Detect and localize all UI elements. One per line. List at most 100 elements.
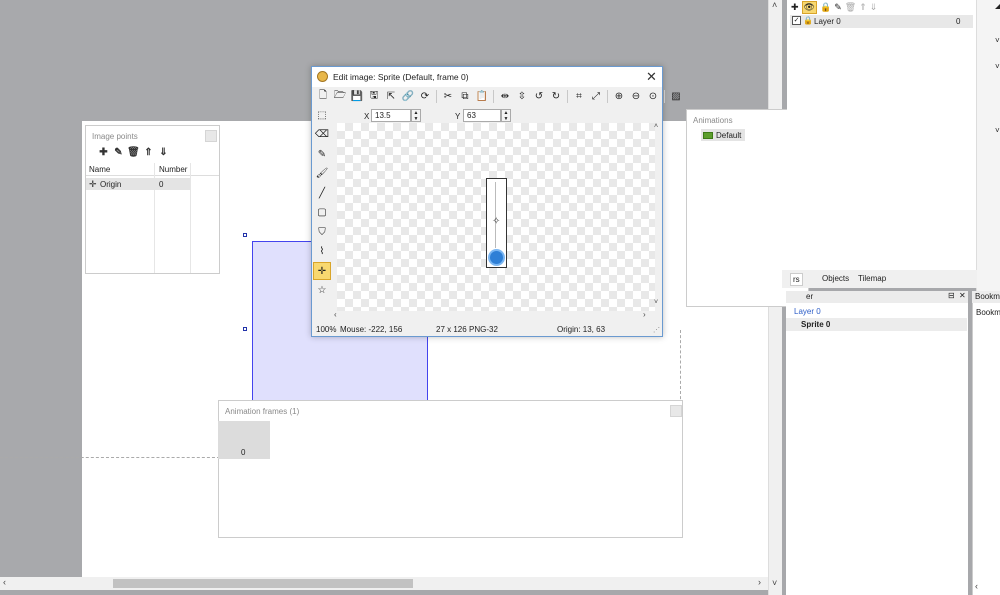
x-input[interactable]: 13.5	[371, 109, 411, 122]
delete-icon[interactable]: 🗑	[845, 2, 856, 13]
origin-marker-icon[interactable]: ✧	[492, 216, 500, 227]
move-up-icon[interactable]: ⇑	[141, 147, 156, 158]
panel-title: er	[806, 292, 814, 301]
add-layer-icon[interactable]: ✚	[791, 2, 799, 13]
panel-title: Bookm	[975, 292, 1000, 301]
item-name: Sprite 0	[801, 320, 831, 329]
resize-handle[interactable]	[243, 233, 247, 237]
resize-grip-icon[interactable]: ⋰	[653, 326, 660, 334]
collision-polygon-icon[interactable]: ☆	[313, 282, 331, 300]
properties-strip: ◢ ˅ ˅ ˅	[976, 0, 1000, 295]
layer-lock-icon[interactable]: 🔒	[803, 16, 813, 25]
image-size: 27 x 126	[436, 325, 467, 334]
brush-icon[interactable]: 🖌	[313, 165, 331, 183]
image-settings-icon[interactable]: ▨	[668, 89, 684, 104]
tab-layers[interactable]: rs	[790, 273, 803, 286]
y-input[interactable]: 63	[463, 109, 501, 122]
delete-icon[interactable]: 🗑	[126, 147, 141, 158]
scroll-left-icon[interactable]: ‹	[3, 577, 6, 587]
scroll-right-icon[interactable]: ›	[643, 310, 646, 319]
visibility-eye-icon[interactable]: 👁	[801, 1, 817, 14]
column-divider	[190, 163, 191, 273]
zoom-in-icon[interactable]: ⊕	[611, 89, 627, 104]
paste-icon[interactable]: 📋	[474, 89, 490, 104]
open-icon[interactable]: 🗁	[332, 89, 348, 104]
close-icon[interactable]: ✕	[959, 291, 966, 300]
frame-thumbnail[interactable]: 0	[218, 421, 270, 459]
add-icon[interactable]: ✚	[96, 147, 111, 158]
crop-icon[interactable]: ⌗	[571, 89, 587, 104]
move-up-icon[interactable]: ⇑	[859, 2, 867, 13]
cut-icon[interactable]: ✂	[440, 89, 456, 104]
resize-handle[interactable]	[243, 327, 247, 331]
rotate-right-icon[interactable]: ↻	[548, 89, 564, 104]
dialog-titlebar[interactable]: Edit image: Sprite (Default, frame 0)	[312, 67, 662, 87]
animation-item-default[interactable]: Default	[701, 129, 745, 141]
set-origin-icon[interactable]: ✛	[313, 262, 331, 280]
link-icon[interactable]: 🔗	[400, 89, 416, 104]
reload-icon[interactable]: ⟳	[417, 89, 433, 104]
export-icon[interactable]: ⇱	[383, 89, 399, 104]
close-icon[interactable]	[205, 130, 217, 142]
scroll-down-icon[interactable]: ˅	[772, 578, 777, 588]
zoom-out-icon[interactable]: ⊖	[628, 89, 644, 104]
zoom-reset-icon[interactable]: ⊙	[645, 89, 661, 104]
y-spinner[interactable]: ▲ ▼	[501, 109, 511, 122]
close-icon[interactable]	[670, 405, 682, 417]
scroll-up-icon[interactable]: ˄	[772, 0, 777, 10]
x-spinner[interactable]: ▲ ▼	[411, 109, 421, 122]
close-icon[interactable]: ✕	[646, 69, 660, 85]
layer-visible-checkbox[interactable]: ✓	[792, 16, 801, 25]
pin-icon[interactable]: ⊟	[948, 291, 955, 300]
color-picker-icon[interactable]: ⌇	[313, 243, 331, 261]
edit-icon[interactable]: ✎	[111, 147, 126, 158]
flip-horizontal-icon[interactable]: ⇹	[497, 89, 513, 104]
pencil-icon[interactable]: ✎	[313, 145, 331, 163]
lock-icon[interactable]: 🔒	[820, 2, 831, 13]
scroll-right-icon[interactable]: ›	[758, 577, 761, 587]
rotate-left-icon[interactable]: ↺	[531, 89, 547, 104]
flip-vertical-icon[interactable]: ⇳	[514, 89, 530, 104]
list-item[interactable]: Sprite 0	[786, 318, 967, 331]
tab-tilemap[interactable]: Tilemap	[858, 274, 886, 283]
animation-frames-panel: Animation frames (1)	[218, 400, 683, 538]
image-format: PNG-32	[469, 325, 498, 334]
layer-panel-header: er ⊟ ✕	[786, 291, 968, 303]
copy-icon[interactable]: ⧉	[457, 89, 473, 104]
resize-icon[interactable]: ⤢	[588, 89, 604, 104]
table-row[interactable]: ✛ Origin 0	[86, 178, 190, 190]
layer-link[interactable]: Layer 0	[794, 307, 821, 316]
new-icon[interactable]: 🗋	[315, 89, 331, 104]
dialog-horizontal-scrollbar[interactable]: ‹ ›	[334, 310, 655, 322]
layer-row[interactable]: ✓ 🔒 Layer 0 0	[790, 15, 973, 28]
scroll-down-icon[interactable]: ˅	[654, 299, 658, 306]
scroll-up-icon[interactable]: ˄	[654, 123, 658, 130]
save-icon[interactable]: 💾	[349, 89, 365, 104]
scrollbar-thumb[interactable]	[113, 579, 413, 588]
edit-icon[interactable]: ✎	[834, 2, 842, 13]
eraser-icon[interactable]: ⌫	[313, 126, 331, 144]
scroll-left-icon[interactable]: ‹	[975, 581, 978, 591]
line-icon[interactable]: ╱	[313, 184, 331, 202]
project-tabs: rs Objects Tilemap	[782, 270, 977, 288]
rectangle-icon[interactable]: ▢	[313, 204, 331, 222]
chevron-down-icon[interactable]: ˅	[995, 36, 1000, 45]
bookmarks-panel	[972, 291, 1000, 595]
fill-icon[interactable]: ⛉	[313, 223, 331, 241]
tab-objects[interactable]: Objects	[822, 274, 849, 283]
x-label: X	[364, 112, 370, 121]
chevron-down-icon[interactable]: ˅	[995, 62, 1000, 71]
rect-select-icon[interactable]: ⬚	[313, 106, 331, 124]
move-down-icon[interactable]: ⇓	[156, 147, 171, 158]
scroll-left-icon[interactable]: ‹	[334, 310, 337, 319]
toolbar-separator	[664, 90, 665, 103]
save-as-icon[interactable]: 🖫	[366, 89, 382, 104]
bookmark-item[interactable]: Bookm	[976, 308, 1000, 317]
expand-icon[interactable]: ◢	[995, 1, 1000, 10]
toolbar-separator	[493, 90, 494, 103]
point-number: 0	[159, 180, 164, 189]
dialog-vertical-scrollbar[interactable]: ˄ ˅	[654, 123, 662, 311]
move-down-icon[interactable]: ⇓	[870, 2, 878, 13]
frame-number: 0	[241, 448, 246, 457]
chevron-down-icon[interactable]: ˅	[995, 126, 1000, 135]
